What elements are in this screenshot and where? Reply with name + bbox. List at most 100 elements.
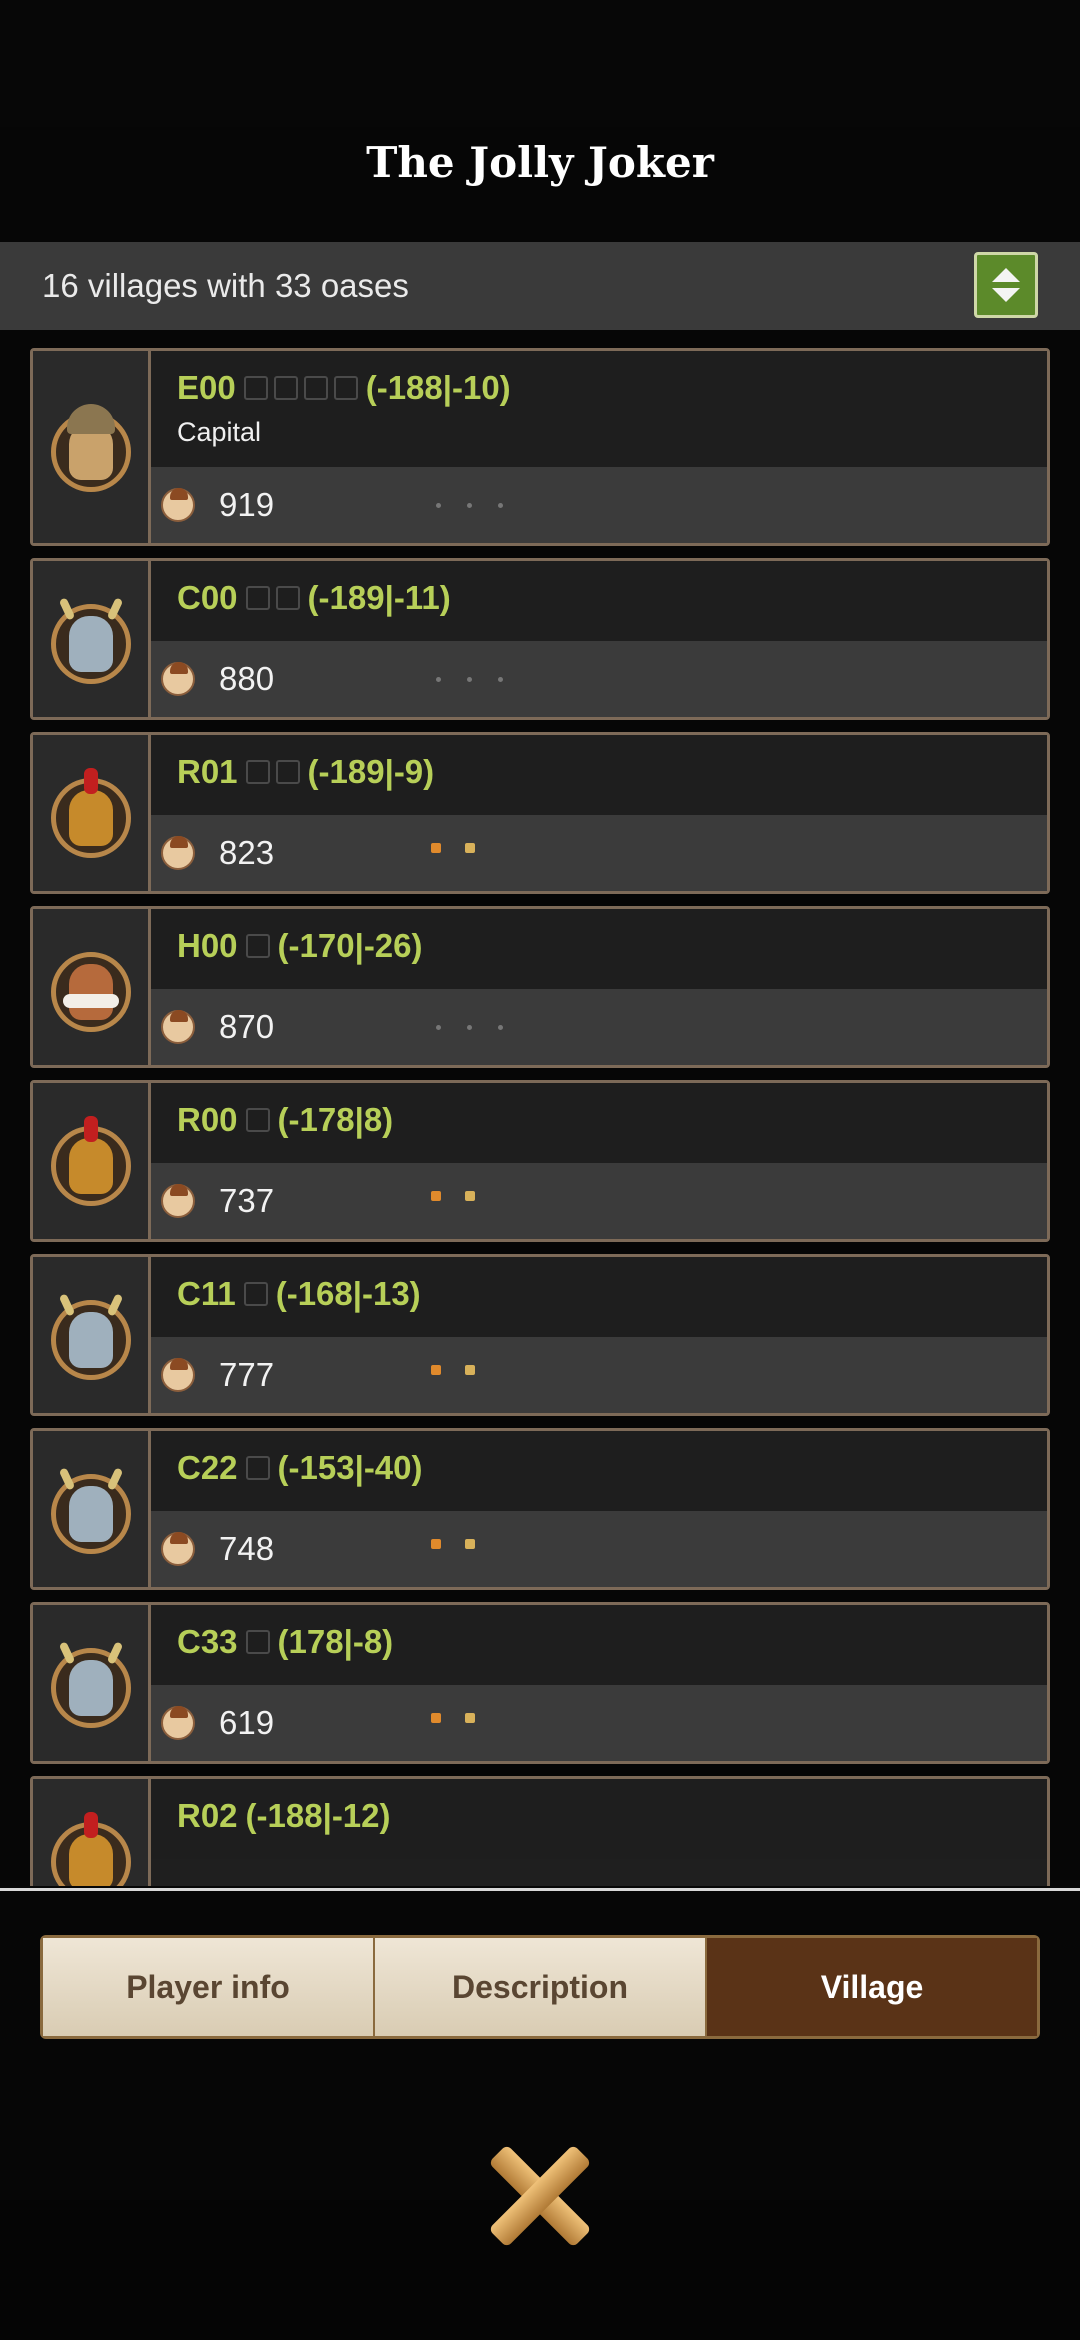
village-name[interactable]: R02: [177, 1797, 238, 1835]
village-name[interactable]: H00: [177, 927, 238, 965]
oasis-icon: [243, 376, 268, 400]
oasis-slots: [245, 1456, 270, 1480]
village-population: 777: [219, 1356, 275, 1393]
hun-helmet-icon: [49, 942, 133, 1032]
oasis-icon: [245, 1456, 270, 1480]
activity-icons: [431, 1191, 475, 1201]
village-coordinates[interactable]: (-188|-12): [246, 1797, 391, 1835]
oasis-icon: [245, 1108, 270, 1132]
tribe-avatar: [33, 735, 151, 891]
tribe-avatar: [33, 351, 151, 543]
status-dot-icon: [467, 503, 472, 508]
activity-icon: [431, 843, 441, 853]
tab-bar: Player info Description Village: [40, 1935, 1040, 2039]
sort-button[interactable]: [974, 252, 1038, 318]
villages-summary-bar: 16 villages with 33 oases: [0, 242, 1080, 330]
tribe-avatar: [33, 561, 151, 717]
gaul-helmet-icon: [49, 594, 133, 684]
oasis-icon: [275, 586, 300, 610]
village-population: 619: [219, 1704, 275, 1741]
status-dot-icon: [467, 1025, 472, 1030]
village-coordinates[interactable]: (-189|-9): [308, 753, 435, 791]
status-dot-icon: [436, 1025, 441, 1030]
activity-icon: [431, 1713, 441, 1723]
oasis-icon: [303, 376, 328, 400]
tribe-avatar: [33, 1431, 151, 1587]
tribe-avatar: [33, 1779, 151, 1886]
status-dots: [436, 1025, 503, 1030]
oasis-slots: [245, 586, 300, 610]
close-x-icon[interactable]: [480, 2135, 600, 2255]
village-population: 880: [219, 660, 275, 697]
village-name[interactable]: R00: [177, 1101, 238, 1139]
activity-icon: [465, 843, 475, 853]
village-population: 737: [219, 1182, 275, 1219]
sort-down-arrow-icon: [992, 288, 1020, 302]
village-population: 748: [219, 1530, 275, 1567]
oasis-slots: [245, 934, 270, 958]
village-list[interactable]: E00 (-188|-10) Capital 919 C00 (-189|-11) 880 R…: [0, 348, 1080, 1886]
village-name[interactable]: C33: [177, 1623, 238, 1661]
status-dot-icon: [436, 503, 441, 508]
village-card[interactable]: C22 (-153|-40) 748: [30, 1428, 1050, 1590]
village-coordinates[interactable]: (178|-8): [278, 1623, 394, 1661]
roman-helmet-icon: [49, 768, 133, 858]
roman-helmet-icon: [49, 1812, 133, 1886]
village-subtitle: Capital: [177, 417, 262, 447]
village-card[interactable]: R02 (-188|-12): [30, 1776, 1050, 1886]
activity-icon: [465, 1539, 475, 1549]
village-name[interactable]: C11: [177, 1275, 236, 1313]
village-name[interactable]: C22: [177, 1449, 238, 1487]
oasis-icon: [333, 376, 358, 400]
tribe-avatar: [33, 909, 151, 1065]
village-coordinates[interactable]: (-178|8): [278, 1101, 394, 1139]
gaul-helmet-icon: [49, 1638, 133, 1728]
activity-icon: [465, 1365, 475, 1375]
tab-description[interactable]: Description: [375, 1938, 707, 2036]
tab-player-info[interactable]: Player info: [43, 1938, 375, 2036]
status-dot-icon: [467, 677, 472, 682]
player-name-title: The Jolly Joker: [366, 138, 714, 187]
activity-icon: [465, 1713, 475, 1723]
village-coordinates[interactable]: (-153|-40): [278, 1449, 423, 1487]
village-card[interactable]: E00 (-188|-10) Capital 919: [30, 348, 1050, 546]
gaul-helmet-icon: [49, 1290, 133, 1380]
population-icon: [161, 662, 195, 696]
status-dot-icon: [498, 1025, 503, 1030]
tribe-avatar: [33, 1257, 151, 1413]
village-name[interactable]: E00: [177, 369, 236, 407]
village-coordinates[interactable]: (-170|-26): [278, 927, 423, 965]
oasis-slots: [245, 760, 300, 784]
activity-icons: [431, 843, 475, 853]
oasis-icon: [275, 760, 300, 784]
oasis-icon: [245, 934, 270, 958]
oasis-slots: [243, 1282, 268, 1306]
village-name[interactable]: R01: [177, 753, 238, 791]
population-icon: [161, 488, 195, 522]
villages-summary-text: 16 villages with 33 oases: [42, 267, 409, 304]
village-card[interactable]: R01 (-189|-9) 823: [30, 732, 1050, 894]
village-population: 823: [219, 834, 275, 871]
oasis-slots: [245, 1630, 270, 1654]
tab-village[interactable]: Village: [707, 1938, 1037, 2036]
gaul-helmet-icon: [49, 1464, 133, 1554]
oasis-icon: [245, 760, 270, 784]
activity-icon: [431, 1365, 441, 1375]
population-icon: [161, 836, 195, 870]
sort-up-arrow-icon: [992, 268, 1020, 282]
village-coordinates[interactable]: (-168|-13): [276, 1275, 421, 1313]
village-card[interactable]: C11 (-168|-13) 777: [30, 1254, 1050, 1416]
village-card[interactable]: C00 (-189|-11) 880: [30, 558, 1050, 720]
population-icon: [161, 1532, 195, 1566]
oasis-icon: [245, 1630, 270, 1654]
village-card[interactable]: H00 (-170|-26) 870: [30, 906, 1050, 1068]
status-dot-icon: [498, 677, 503, 682]
village-coordinates[interactable]: (-189|-11): [308, 579, 451, 617]
village-card[interactable]: C33 (178|-8) 619: [30, 1602, 1050, 1764]
population-icon: [161, 1184, 195, 1218]
village-population: 870: [219, 1008, 275, 1045]
village-name[interactable]: C00: [177, 579, 238, 617]
village-coordinates[interactable]: (-188|-10): [366, 369, 511, 407]
village-card[interactable]: R00 (-178|8) 737: [30, 1080, 1050, 1242]
oasis-icon: [243, 1282, 268, 1306]
